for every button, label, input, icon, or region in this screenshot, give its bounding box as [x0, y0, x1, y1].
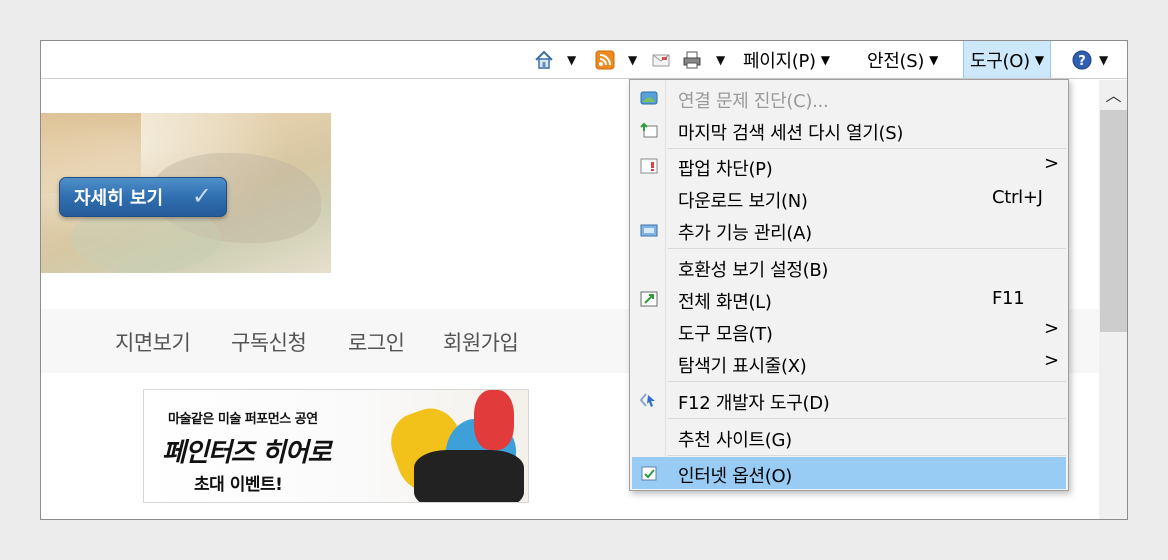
addons-icon	[640, 224, 658, 237]
shortcut-label: F11	[992, 288, 1025, 309]
fullscreen-icon	[640, 291, 658, 307]
hero-image: 자세히 보기 ✓	[41, 113, 331, 273]
submenu-arrow-icon: >	[1044, 318, 1059, 339]
safety-menu-label: 안전(S)	[867, 50, 925, 72]
detail-view-label: 자세히 보기	[74, 188, 164, 209]
submenu-arrow-icon: >	[1044, 350, 1059, 371]
menu-item-compat-view[interactable]: 호환성 보기 설정(B)	[632, 251, 1066, 283]
rss-feed-icon[interactable]	[595, 50, 615, 70]
command-bar: ▼ ▼ ▼ 페이지(P) ▼ 안전(S) ▼ 도구(O) ▼ ? ▼	[41, 41, 1127, 79]
menu-item-fullscreen[interactable]: 전체 화면(L) F11	[632, 283, 1066, 315]
nav-link-print-edition[interactable]: 지면보기	[115, 327, 191, 357]
nav-link-subscribe[interactable]: 구독신청	[231, 327, 307, 357]
submenu-arrow-icon: >	[1044, 153, 1059, 174]
home-icon[interactable]	[534, 50, 554, 70]
chevron-down-icon: ▼	[1034, 52, 1044, 67]
ad-banner[interactable]: 마술같은 미술 퍼포먼스 공연 페인터즈 히어로 초대 이벤트!	[143, 389, 529, 503]
help-dropdown-icon[interactable]: ▼	[1099, 53, 1108, 67]
menu-item-dev-tools[interactable]: F12 개발자 도구(D)	[632, 384, 1066, 416]
svg-text:?: ?	[1078, 54, 1086, 69]
browser-window: ▼ ▼ ▼ 페이지(P) ▼ 안전(S) ▼ 도구(O) ▼ ? ▼ 자세히 보…	[40, 40, 1128, 520]
tools-menu-button[interactable]: 도구(O) ▼	[963, 41, 1051, 78]
scroll-up-icon[interactable]: ︿	[1099, 80, 1127, 108]
menu-item-diagnose-connection[interactable]: 연결 문제 진단(C)...	[632, 82, 1066, 114]
menu-item-internet-options[interactable]: 인터넷 옵션(O)	[632, 457, 1066, 489]
menu-item-suggested-sites[interactable]: 추천 사이트(G)	[632, 421, 1066, 453]
dev-tools-icon	[640, 393, 655, 407]
menu-item-manage-addons[interactable]: 추가 기능 관리(A)	[632, 214, 1066, 246]
print-dropdown-icon[interactable]: ▼	[716, 53, 725, 67]
chevron-down-icon: ▼	[820, 52, 830, 67]
menu-item-reopen-session[interactable]: 마지막 검색 세션 다시 열기(S)	[632, 114, 1066, 146]
banner-title: 페인터즈 히어로	[162, 438, 331, 468]
menu-item-view-downloads[interactable]: 다운로드 보기(N) Ctrl+J	[632, 182, 1066, 214]
detail-view-button[interactable]: 자세히 보기 ✓	[59, 177, 227, 217]
help-icon[interactable]: ?	[1072, 50, 1092, 70]
tools-dropdown-menu: 연결 문제 진단(C)... 마지막 검색 세션 다시 열기(S) 팝업 차단(…	[629, 79, 1069, 491]
checkmark-icon: ✓	[191, 182, 212, 210]
rss-dropdown-icon[interactable]: ▼	[628, 53, 637, 67]
mail-icon[interactable]	[651, 50, 671, 70]
page-menu-label: 페이지(P)	[743, 50, 816, 72]
internet-options-icon	[641, 466, 657, 481]
print-icon[interactable]	[682, 50, 702, 70]
tools-menu-label: 도구(O)	[970, 50, 1030, 72]
banner-tagline: 마술같은 미술 퍼포먼스 공연	[168, 412, 318, 427]
menu-item-popup-blocker[interactable]: 팝업 차단(P) >	[632, 150, 1066, 182]
vertical-scrollbar[interactable]: ︿	[1099, 80, 1127, 519]
chevron-down-icon: ▼	[929, 52, 939, 67]
network-diagnose-icon	[640, 91, 658, 105]
banner-event: 초대 이벤트!	[194, 475, 283, 495]
menu-item-toolbars[interactable]: 도구 모음(T) >	[632, 315, 1066, 347]
reopen-session-icon	[640, 122, 658, 138]
page-menu-button[interactable]: 페이지(P) ▼	[743, 41, 830, 78]
shortcut-label: Ctrl+J	[992, 187, 1043, 208]
menu-item-explorer-bars[interactable]: 탐색기 표시줄(X) >	[632, 347, 1066, 379]
nav-link-login[interactable]: 로그인	[348, 327, 405, 357]
nav-link-signup[interactable]: 회원가입	[443, 327, 519, 357]
home-dropdown-icon[interactable]: ▼	[567, 53, 576, 67]
safety-menu-button[interactable]: 안전(S) ▼	[867, 41, 938, 78]
popup-blocker-icon	[640, 158, 658, 174]
scroll-thumb[interactable]	[1100, 110, 1127, 332]
